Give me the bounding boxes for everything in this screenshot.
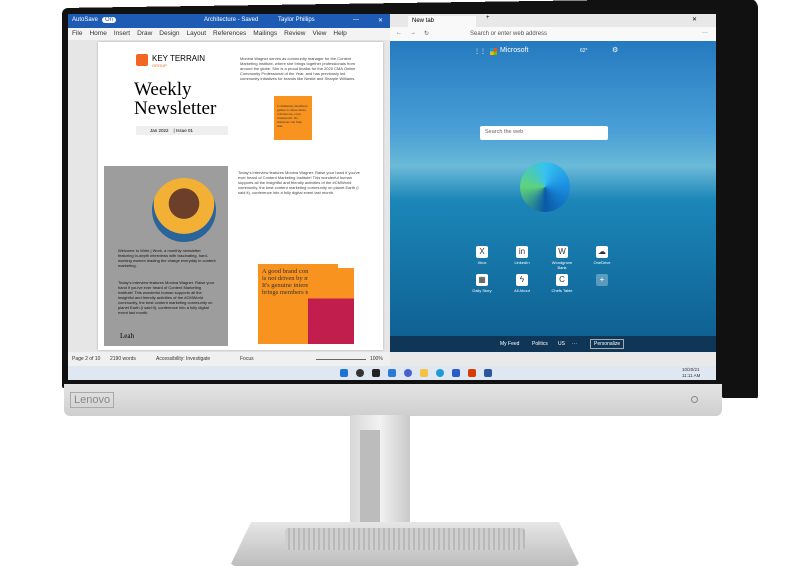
task-view-icon[interactable] xyxy=(372,369,380,377)
edge-window: New tab + ✕ ← → ↻ Search or enter web ad… xyxy=(390,14,716,352)
tile-linkedin[interactable]: in LinkedIn xyxy=(508,246,536,265)
widgets-icon[interactable] xyxy=(388,369,396,377)
menu-insert[interactable]: Insert xyxy=(114,30,130,38)
issue-bar: Jan 2022 | Issue 01 xyxy=(136,126,228,135)
company-name: KEY TERRAIN xyxy=(152,54,206,63)
monitor-chin: Lenovo xyxy=(64,384,722,416)
clock[interactable]: 10/20/21 11:11 AM xyxy=(682,367,700,379)
feature-text: Today's interview features Monina Wagner… xyxy=(118,280,215,315)
monitor-screen: AutoSave On Architecture - Saved Taylor … xyxy=(68,14,716,380)
feed-bar: My Feed Politics US ··· Personalize xyxy=(390,336,716,352)
word-window: AutoSave On Architecture - Saved Taylor … xyxy=(68,14,390,366)
word-statusbar: Page 2 of 10 2190 words Accessibility: I… xyxy=(68,352,390,366)
user-name[interactable]: Taylor Phillips xyxy=(278,17,315,23)
signature: Leah xyxy=(120,332,134,340)
quote-photo xyxy=(308,268,354,344)
tile-woodgrove[interactable]: W Woodgrove Bank xyxy=(548,246,576,270)
newsletter-title: Weekly Newsletter xyxy=(134,79,217,119)
company-sub: GROUP xyxy=(152,63,167,68)
store-icon[interactable] xyxy=(452,369,460,377)
weather-widget[interactable]: 62° xyxy=(580,48,588,54)
forward-icon[interactable]: → xyxy=(410,30,416,36)
apps-icon[interactable]: ⋮⋮ xyxy=(474,48,486,55)
personalize-button[interactable]: Personalize xyxy=(590,339,625,349)
autosave-toggle[interactable]: On xyxy=(102,17,117,23)
edge-icon[interactable] xyxy=(436,369,444,377)
feed-us[interactable]: US xyxy=(558,341,565,347)
intro-text: Welcome to Write | Work, a monthly newsl… xyxy=(118,248,216,268)
more-icon[interactable]: ··· xyxy=(702,30,708,36)
document-page[interactable]: KEY TERRAIN GROUP Weekly Newsletter Jan 2… xyxy=(98,42,383,350)
stand-cable-channel xyxy=(360,430,380,530)
add-tile-button[interactable]: + xyxy=(588,274,616,288)
document-title: Architecture - Saved xyxy=(204,17,259,23)
word-count: 2190 words xyxy=(110,356,136,362)
accessibility-status[interactable]: Accessibility: Investigate xyxy=(156,356,210,362)
page-count: Page 2 of 10 xyxy=(72,356,101,362)
monitor-stand-neck xyxy=(350,415,410,530)
word-titlebar: AutoSave On Architecture - Saved Taylor … xyxy=(68,14,390,28)
web-search-input[interactable]: Search the web xyxy=(480,126,608,140)
menu-draw[interactable]: Draw xyxy=(137,30,152,38)
stand-base-texture xyxy=(285,528,525,550)
bio-text: Monina Wagner serves as community manage… xyxy=(240,56,356,81)
minimize-button[interactable]: — xyxy=(353,17,359,23)
interviewee-photo xyxy=(152,178,216,242)
tile-chefs-table[interactable]: C Chefs Table xyxy=(548,274,576,293)
word-icon[interactable] xyxy=(484,369,492,377)
new-tab-button[interactable]: + xyxy=(486,15,490,21)
close-button[interactable]: ✕ xyxy=(378,17,383,24)
menu-references[interactable]: References xyxy=(213,30,246,38)
file-explorer-icon[interactable] xyxy=(420,369,428,377)
focus-button[interactable]: Focus xyxy=(240,356,254,362)
zoom-slider[interactable] xyxy=(316,359,366,360)
menu-layout[interactable]: Layout xyxy=(187,30,207,38)
taskbar: 10/20/21 11:11 AM xyxy=(68,366,716,380)
chat-icon[interactable] xyxy=(404,369,412,377)
tab-bar: New tab + ✕ xyxy=(390,14,716,27)
office-icon[interactable] xyxy=(468,369,476,377)
tile-daily-story[interactable]: ▦ Daily Story xyxy=(468,274,496,293)
tile-xbox[interactable]: X Xbox xyxy=(468,246,496,265)
edge-logo-icon xyxy=(520,162,570,212)
menu-view[interactable]: View xyxy=(312,30,326,38)
menu-mailings[interactable]: Mailings xyxy=(253,30,277,38)
article-text: Today's interview features Monina Wagner… xyxy=(238,170,360,195)
autosave-label: AutoSave xyxy=(72,17,99,23)
address-input[interactable]: Search or enter web address xyxy=(470,31,547,37)
pull-quote-small: Community members gather to share ideas,… xyxy=(274,96,312,140)
address-bar: ← → ↻ Search or enter web address ··· xyxy=(390,27,716,41)
menu-design[interactable]: Design xyxy=(159,30,179,38)
sidebar-panel: Welcome to Write | Work, a monthly newsl… xyxy=(104,166,228,346)
feed-politics[interactable]: Politics xyxy=(532,341,548,347)
start-icon[interactable] xyxy=(340,369,348,377)
close-icon[interactable]: ✕ xyxy=(692,16,697,23)
tile-onedrive[interactable]: ☁ OneDrive xyxy=(588,246,616,265)
search-icon[interactable] xyxy=(356,369,364,377)
lenovo-logo: Lenovo xyxy=(70,392,115,408)
menu-file[interactable]: File xyxy=(72,30,82,38)
menu-review[interactable]: Review xyxy=(284,30,305,38)
feed-my-feed[interactable]: My Feed xyxy=(500,341,519,347)
tab-new-tab[interactable]: New tab xyxy=(408,16,476,27)
ribbon-menu: File Home Insert Draw Design Layout References… xyxy=(68,28,390,40)
microsoft-logo-icon xyxy=(490,48,497,55)
feed-more[interactable]: ··· xyxy=(572,341,577,347)
refresh-icon[interactable]: ↻ xyxy=(424,30,429,37)
menu-help[interactable]: Help xyxy=(333,30,346,38)
zoom-level: 100% xyxy=(370,356,383,362)
menu-home[interactable]: Home xyxy=(89,30,106,38)
back-icon[interactable]: ← xyxy=(396,30,402,36)
settings-icon[interactable]: ⚙ xyxy=(612,46,618,54)
company-logo-icon xyxy=(136,54,148,66)
brand-name: Microsoft xyxy=(500,47,529,54)
tile-all-about[interactable]: ϟ All About xyxy=(508,274,536,293)
document-area: KEY TERRAIN GROUP Weekly Newsletter Jan 2… xyxy=(68,40,390,352)
power-button-icon[interactable] xyxy=(691,396,698,403)
